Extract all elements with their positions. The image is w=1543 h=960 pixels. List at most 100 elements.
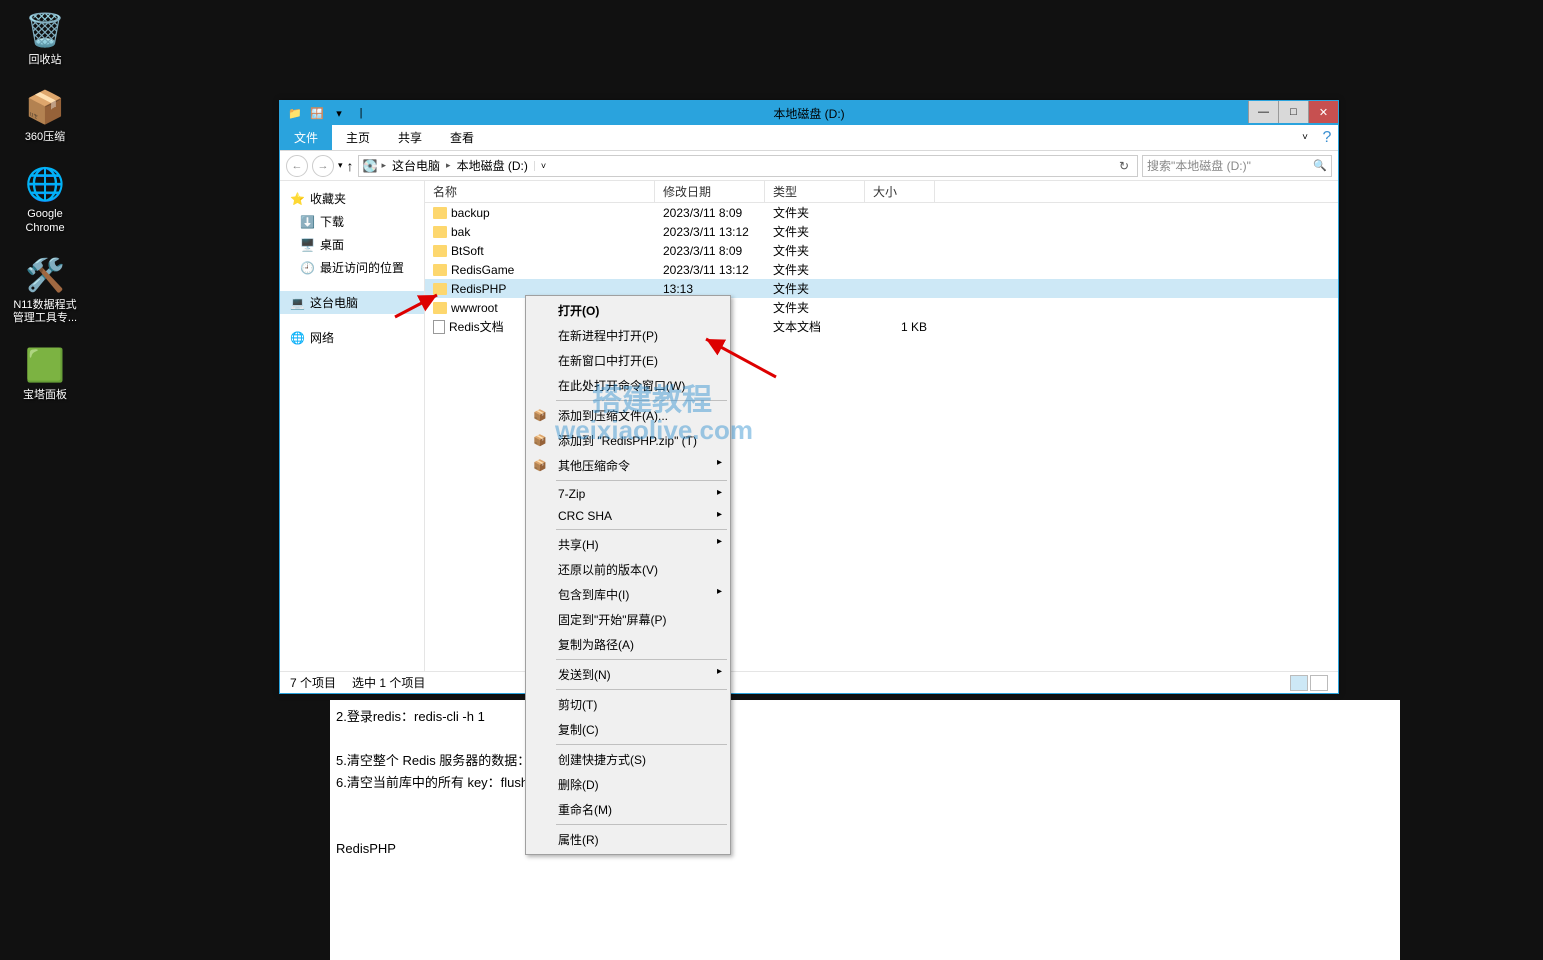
menu-crc-sha[interactable]: CRC SHA <box>528 505 728 527</box>
desktop-icon-label: 回收站 <box>29 54 62 67</box>
view-details-button[interactable] <box>1290 675 1308 691</box>
desktop-icon-label: 宝塔面板 <box>23 389 67 402</box>
nav-back-button[interactable]: ← <box>286 155 308 177</box>
breadcrumb-pc[interactable]: 这台电脑 <box>390 157 442 174</box>
folder-icon <box>433 226 447 238</box>
tree-label: 最近访问的位置 <box>320 259 404 276</box>
menu-cut[interactable]: 剪切(T) <box>528 692 728 717</box>
star-icon: ⭐ <box>290 192 305 206</box>
menu-separator <box>556 480 727 481</box>
titlebar[interactable]: 📁 🪟 ▾ | 本地磁盘 (D:) — □ ✕ <box>280 101 1338 125</box>
nav-row: ← → ▾ ↑ 💽 ▸ 这台电脑 ▸ 本地磁盘 (D:) ˅ ↻ 搜索"本地磁盘… <box>280 151 1338 181</box>
menu-delete[interactable]: 删除(D) <box>528 772 728 797</box>
tree-network[interactable]: 🌐网络 <box>280 326 424 349</box>
refresh-icon[interactable]: ↻ <box>1115 159 1133 173</box>
ribbon-tab-home[interactable]: 主页 <box>332 125 384 150</box>
file-row[interactable]: bak2023/3/11 13:12文件夹 <box>425 222 1338 241</box>
maximize-button[interactable]: □ <box>1278 101 1308 123</box>
pc-icon: 💻 <box>290 296 305 310</box>
menu-open-new-process[interactable]: 在新进程中打开(P) <box>528 323 728 348</box>
breadcrumb-drive[interactable]: 本地磁盘 (D:) <box>455 157 530 174</box>
view-icons-button[interactable] <box>1310 675 1328 691</box>
chevron-right-icon[interactable]: ▸ <box>446 160 451 171</box>
chevron-right-icon[interactable]: ▸ <box>381 160 386 171</box>
nav-up-button[interactable]: ↑ <box>347 158 354 174</box>
tree-favorites[interactable]: ⭐ 收藏夹 <box>280 187 424 210</box>
menu-7zip[interactable]: 7-Zip <box>528 483 728 505</box>
menu-add-to-archive[interactable]: 📦添加到压缩文件(A)... <box>528 403 728 428</box>
menu-copy-as-path[interactable]: 复制为路径(A) <box>528 632 728 657</box>
menu-open-new-window[interactable]: 在新窗口中打开(E) <box>528 348 728 373</box>
menu-include-in-library[interactable]: 包含到库中(I) <box>528 582 728 607</box>
menu-properties[interactable]: 属性(R) <box>528 827 728 852</box>
tree-label: 收藏夹 <box>310 190 346 207</box>
menu-label: 添加到 "RedisPHP.zip" (T) <box>558 434 697 448</box>
archive-icon: 📦 <box>532 432 548 448</box>
window-title: 本地磁盘 (D:) <box>773 105 844 122</box>
menu-separator <box>556 529 727 530</box>
file-row[interactable]: BtSoft2023/3/11 8:09文件夹 <box>425 241 1338 260</box>
explorer-window: 📁 🪟 ▾ | 本地磁盘 (D:) — □ ✕ 文件 主页 共享 查看 ˅ ? … <box>279 100 1339 694</box>
address-bar[interactable]: 💽 ▸ 这台电脑 ▸ 本地磁盘 (D:) ˅ ↻ <box>358 155 1138 177</box>
folder-icon <box>433 283 447 295</box>
close-button[interactable]: ✕ <box>1308 101 1338 123</box>
nav-forward-button[interactable]: → <box>312 155 334 177</box>
col-type[interactable]: 类型 <box>765 181 865 202</box>
address-dropdown-icon[interactable]: ˅ <box>534 161 552 171</box>
file-name: BtSoft <box>451 244 484 258</box>
ribbon-tab-file[interactable]: 文件 <box>280 125 332 150</box>
folder-icon: 📁 <box>286 104 304 122</box>
desktop-icons: 🗑️ 回收站 📦 360压缩 🌐 Google Chrome 🛠️ N11数据程… <box>10 10 80 402</box>
help-icon[interactable]: ? <box>1316 125 1338 150</box>
col-size[interactable]: 大小 <box>865 181 935 202</box>
tree-recent[interactable]: 🕘 最近访问的位置 <box>280 256 424 279</box>
menu-add-to-zip[interactable]: 📦 添加到 "RedisPHP.zip" (T) <box>528 428 728 453</box>
minimize-button[interactable]: — <box>1248 101 1278 123</box>
tree-this-pc[interactable]: 💻这台电脑 <box>280 291 424 314</box>
menu-pin-to-start[interactable]: 固定到"开始"屏幕(P) <box>528 607 728 632</box>
file-date: 2023/3/11 8:09 <box>655 206 765 220</box>
archive-icon: 📦 <box>532 407 548 423</box>
tree-downloads[interactable]: ⬇️下载 <box>280 210 424 233</box>
text-line: 2.登录redis：redis-cli -h 1 <box>336 706 1394 728</box>
qat-dropdown-icon[interactable]: ▾ <box>330 104 348 122</box>
search-icon[interactable]: 🔍 <box>1313 159 1327 172</box>
ribbon-tab-share[interactable]: 共享 <box>384 125 436 150</box>
recent-icon: 🕘 <box>300 261 315 275</box>
search-input[interactable]: 搜索"本地磁盘 (D:)" 🔍 <box>1142 155 1332 177</box>
menu-open[interactable]: 打开(O) <box>528 298 728 323</box>
file-date: 2023/3/11 13:12 <box>655 263 765 277</box>
menu-send-to[interactable]: 发送到(N) <box>528 662 728 687</box>
menu-copy[interactable]: 复制(C) <box>528 717 728 742</box>
background-text-window: 2.登录redis：redis-cli -h 1 5.清空整个 Redis 服务… <box>330 700 1400 960</box>
menu-restore-previous[interactable]: 还原以前的版本(V) <box>528 557 728 582</box>
qat-properties-icon[interactable]: 🪟 <box>308 104 326 122</box>
file-type: 文件夹 <box>765 299 865 316</box>
desktop-icon-bt-panel[interactable]: 🟩 宝塔面板 <box>10 345 80 402</box>
desktop-icon-360zip[interactable]: 📦 360压缩 <box>10 87 80 144</box>
col-name[interactable]: 名称 <box>425 181 655 202</box>
desktop-icon-chrome[interactable]: 🌐 Google Chrome <box>10 164 80 234</box>
menu-label: 其他压缩命令 <box>558 459 630 473</box>
menu-create-shortcut[interactable]: 创建快捷方式(S) <box>528 747 728 772</box>
col-date[interactable]: 修改日期 <box>655 181 765 202</box>
file-row[interactable]: backup2023/3/11 8:09文件夹 <box>425 203 1338 222</box>
archive-icon: 📦 <box>25 87 65 127</box>
file-row[interactable]: RedisGame2023/3/11 13:12文件夹 <box>425 260 1338 279</box>
status-bar: 7 个项目 选中 1 个项目 <box>280 671 1338 693</box>
desktop-icon-n11[interactable]: 🛠️ N11数据程式管理工具专... <box>10 255 80 325</box>
menu-open-cmd-here[interactable]: 在此处打开命令窗口(W) <box>528 373 728 398</box>
desktop-icon-label: 360压缩 <box>25 131 65 144</box>
ribbon-tab-view[interactable]: 查看 <box>436 125 488 150</box>
menu-other-compress[interactable]: 📦其他压缩命令 <box>528 453 728 478</box>
desktop-icon-recycle-bin[interactable]: 🗑️ 回收站 <box>10 10 80 67</box>
menu-separator <box>556 689 727 690</box>
menu-rename[interactable]: 重命名(M) <box>528 797 728 822</box>
tree-desktop[interactable]: 🖥️桌面 <box>280 233 424 256</box>
ribbon-expand-icon[interactable]: ˅ <box>1294 125 1316 150</box>
menu-share[interactable]: 共享(H) <box>528 532 728 557</box>
text-line: RedisPHP <box>336 838 1394 860</box>
folder-icon <box>433 207 447 219</box>
nav-history-dropdown[interactable]: ▾ <box>338 160 343 171</box>
menu-separator <box>556 824 727 825</box>
